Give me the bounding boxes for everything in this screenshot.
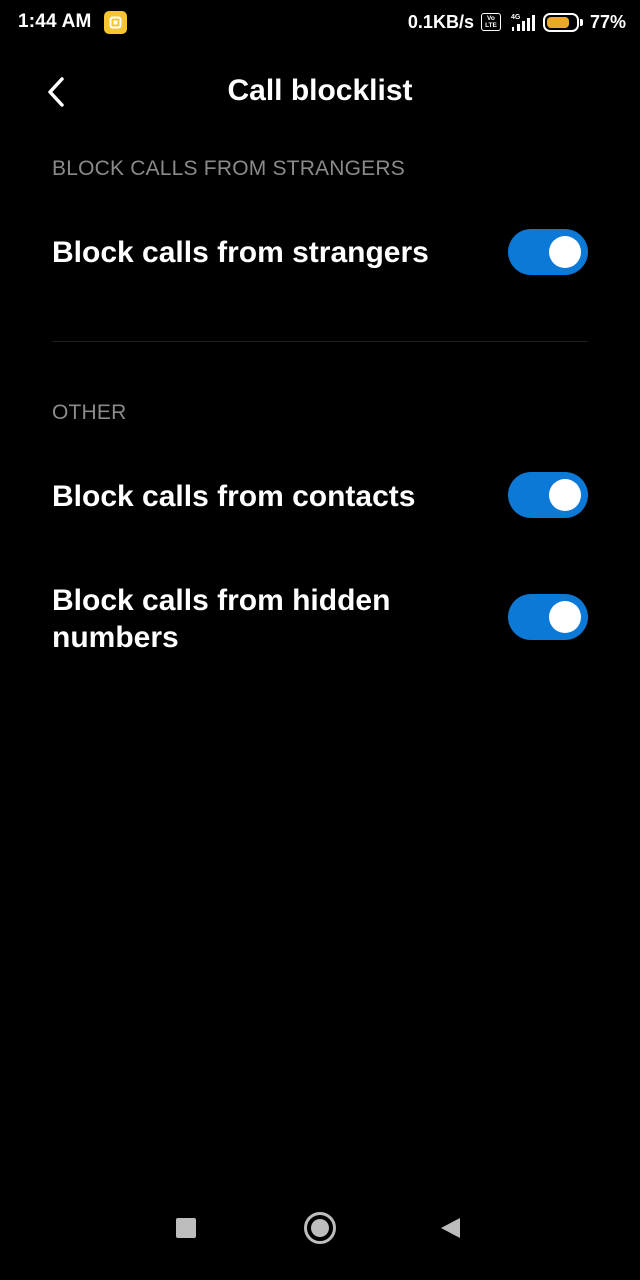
network-speed: 0.1KB/s [407, 11, 474, 32]
battery-icon [542, 12, 583, 32]
network-type-label: 4G [511, 14, 521, 21]
header: Call blocklist [0, 60, 640, 124]
toggle-block-hidden-numbers[interactable] [508, 594, 588, 640]
status-bar: 1:44 AM 0.1KB/s Vo LTE 4G 77% [0, 0, 640, 44]
page-title: Call blocklist [227, 74, 413, 107]
setting-label: Block calls from contacts [52, 480, 416, 513]
signal-icon: 4G [511, 14, 535, 31]
square-icon[interactable] [176, 1218, 196, 1238]
setting-label: Block calls from hidden numbers [52, 584, 391, 654]
battery-fill [546, 16, 569, 28]
navigation-bar [0, 1190, 640, 1280]
setting-row-block-strangers[interactable]: Block calls from strangers [0, 214, 640, 292]
setting-row-block-contacts[interactable]: Block calls from contacts [0, 458, 640, 536]
toggle-block-strangers[interactable] [508, 229, 588, 275]
setting-label: Block calls from strangers [52, 236, 429, 269]
gallery-icon [103, 10, 127, 34]
divider [52, 341, 588, 342]
status-bar-right: 0.1KB/s Vo LTE 4G 77% [408, 12, 626, 33]
toggle-knob [549, 601, 581, 633]
battery-percent: 77% [589, 11, 626, 32]
section-header-strangers: BLOCK CALLS FROM STRANGERS [52, 157, 405, 180]
triangle-back-icon[interactable] [438, 1216, 462, 1240]
section-header-other: OTHER [52, 401, 127, 424]
volte-top-label: Vo [487, 15, 495, 22]
volte-bottom-label: LTE [485, 22, 497, 29]
circle-icon[interactable] [304, 1212, 336, 1244]
status-time: 1:44 AM [18, 11, 92, 32]
toggle-knob [549, 479, 581, 511]
screen: 1:44 AM 0.1KB/s Vo LTE 4G 77% Call block… [0, 0, 640, 1280]
status-bar-left: 1:44 AM [18, 10, 127, 34]
toggle-block-contacts[interactable] [508, 472, 588, 518]
setting-row-block-hidden-numbers[interactable]: Block calls from hidden numbers [0, 566, 640, 666]
toggle-knob [549, 236, 581, 268]
volte-icon: Vo LTE [480, 13, 501, 31]
